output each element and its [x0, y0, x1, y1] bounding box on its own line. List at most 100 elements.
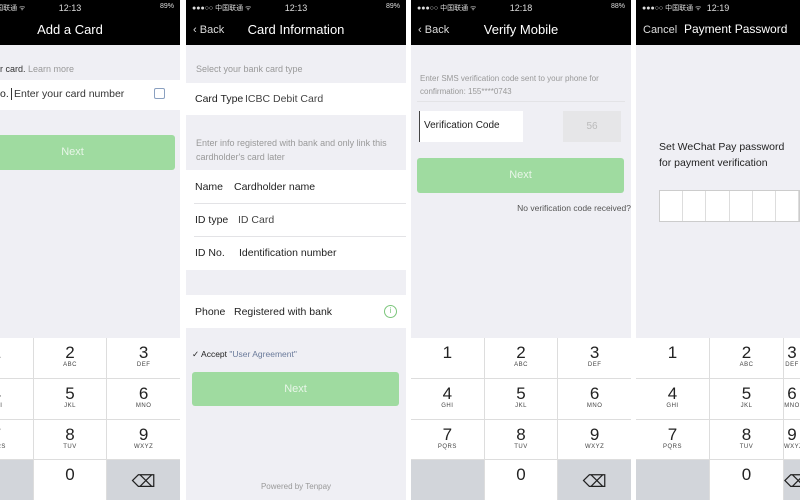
key-letters: MNO — [135, 402, 152, 409]
info-hint: Enter info registered with bank and only… — [196, 138, 387, 162]
blank-key — [0, 460, 33, 500]
key-6[interactable]: 6 MNO — [558, 378, 631, 419]
key-digit: 5 — [741, 383, 752, 403]
status-time: 12:13 — [284, 3, 308, 13]
keypad: 12ABC3DEF4GHI5JKL6MNO7PQRS8TUV9WXYZ0⌫ — [0, 338, 180, 500]
key-digit: 0 — [741, 465, 752, 485]
nav-bar: ‹ Back Verify Mobile — [411, 17, 631, 45]
key-7[interactable]: 7PQRS — [411, 419, 484, 460]
key-0[interactable]: 0 — [710, 460, 783, 500]
key-2[interactable]: 2 ABC — [33, 338, 107, 378]
name-input[interactable]: Cardholder name — [234, 181, 315, 193]
sms-hint: Enter SMS verification code sent to your… — [420, 74, 599, 96]
next-button[interactable]: Next — [192, 372, 399, 406]
key-digit: 6 — [787, 383, 797, 403]
key-3[interactable]: 3 DEF — [107, 338, 180, 378]
key-7[interactable]: 7PQRS — [636, 419, 709, 460]
keypad: 12ABC3DEF4GHI5JKL6MNO7PQRS8TUV9WXYZ0⌫ — [636, 338, 800, 500]
next-button[interactable]: Next — [0, 135, 175, 170]
backspace-icon: ⌫ — [131, 472, 156, 492]
card-number-row: o. Enter your card number — [0, 80, 180, 110]
key-letters: GHI — [0, 402, 3, 409]
key-digit: 1 — [442, 343, 453, 362]
key-3[interactable]: 3 DEF — [784, 338, 800, 378]
key-4[interactable]: 4GHI — [0, 378, 33, 419]
id-type-select[interactable]: ID Card — [238, 214, 274, 226]
key-9[interactable]: 9WXYZ — [107, 419, 180, 460]
cardholder-form: Name Cardholder name ID type ID Card ID … — [186, 170, 406, 270]
key-letters: WXYZ — [133, 443, 154, 450]
next-button[interactable]: Next — [417, 158, 624, 193]
card-number-label: o. — [0, 88, 9, 100]
delete-key[interactable]: ⌫ — [558, 460, 631, 500]
password-prompt: Set WeChat Pay password for payment veri… — [659, 141, 785, 169]
keypad: 12ABC3DEF4GHI5JKL6MNO7PQRS8TUV9WXYZ0⌫ — [411, 338, 631, 500]
key-3[interactable]: 3 DEF — [558, 338, 631, 378]
key-7[interactable]: 7PQRS — [0, 419, 33, 460]
key-1[interactable]: 1 — [636, 338, 709, 378]
no-code-link[interactable]: No verification code received? — [517, 203, 631, 213]
key-8[interactable]: 8 TUV — [33, 419, 107, 460]
select-hint: Select your bank card type — [196, 64, 303, 74]
user-agreement-link[interactable]: "User Agreement" — [229, 349, 296, 359]
key-5[interactable]: 5 JKL — [33, 378, 107, 419]
key-digit: 7 — [667, 424, 678, 444]
key-digit: 0 — [516, 465, 526, 485]
key-digit: 9 — [589, 424, 600, 444]
key-letters: JKL — [740, 402, 753, 409]
verification-code-input[interactable]: Verification Code — [419, 111, 523, 142]
key-letters: PQRS — [662, 443, 682, 450]
key-digit: 2 — [741, 343, 752, 362]
card-number-input[interactable]: Enter your card number — [11, 88, 124, 100]
key-letters: JKL — [515, 402, 527, 409]
status-time: 12:18 — [509, 3, 533, 13]
camera-icon[interactable] — [154, 88, 165, 99]
page-title: Add a Card — [37, 22, 103, 37]
status-time: 12:13 — [58, 3, 82, 13]
phone-input[interactable]: Registered with bank — [234, 306, 332, 318]
key-0[interactable]: 0 — [33, 460, 107, 500]
key-0[interactable]: 0 — [484, 460, 558, 500]
key-5[interactable]: 5 JKL — [484, 378, 558, 419]
key-2[interactable]: 2 ABC — [710, 338, 783, 378]
backspace-icon: ⌫ — [582, 472, 607, 492]
key-letters: WXYZ — [584, 443, 605, 450]
delete-key[interactable]: ⌫ — [784, 460, 800, 500]
key-letters: ABC — [63, 362, 77, 368]
key-9[interactable]: 9WXYZ — [558, 419, 631, 460]
key-letters: TUV — [739, 443, 754, 450]
id-number-input[interactable]: Identification number — [239, 247, 336, 259]
key-5[interactable]: 5 JKL — [710, 378, 783, 419]
page-title: Card Information — [247, 22, 345, 37]
key-9[interactable]: 9WXYZ — [784, 419, 800, 460]
key-digit: 8 — [741, 424, 752, 444]
key-letters: JKL — [64, 402, 76, 409]
card-type-row[interactable]: Card Type ICBC Debit Card — [186, 83, 406, 115]
key-8[interactable]: 8 TUV — [710, 419, 783, 460]
key-6[interactable]: 6 MNO — [107, 378, 180, 419]
learn-more-link[interactable]: Learn more — [28, 64, 74, 74]
accept-agreement[interactable]: ✓ Accept "User Agreement" — [192, 349, 297, 360]
status-time: 12:19 — [706, 3, 730, 13]
key-letters: TUV — [63, 443, 77, 450]
cancel-button[interactable]: Cancel — [643, 24, 677, 36]
key-1[interactable]: 1 — [0, 338, 33, 378]
key-8[interactable]: 8 TUV — [484, 419, 558, 460]
key-digit: 7 — [442, 424, 453, 444]
key-4[interactable]: 4GHI — [636, 378, 709, 419]
screen-verify-mobile: ●●●○○ 中国联通 ᯤ 12:18 88% ‹ Back Verify Mobile… — [411, 0, 631, 500]
key-digit: 6 — [138, 383, 149, 403]
phone-row: Phone Registered with bank i — [186, 295, 406, 328]
key-digit: 8 — [516, 424, 526, 444]
key-6[interactable]: 6 MNO — [784, 378, 800, 419]
key-2[interactable]: 2 ABC — [484, 338, 558, 378]
password-input[interactable] — [659, 190, 800, 222]
delete-key[interactable]: ⌫ — [107, 460, 180, 500]
key-digit: 2 — [65, 343, 75, 362]
key-1[interactable]: 1 — [411, 338, 484, 378]
checkbox[interactable]: ✓ — [192, 349, 199, 359]
key-4[interactable]: 4GHI — [411, 378, 484, 419]
key-letters: MNO — [586, 402, 603, 409]
key-digit: 2 — [516, 343, 526, 362]
info-icon[interactable]: i — [384, 305, 397, 318]
